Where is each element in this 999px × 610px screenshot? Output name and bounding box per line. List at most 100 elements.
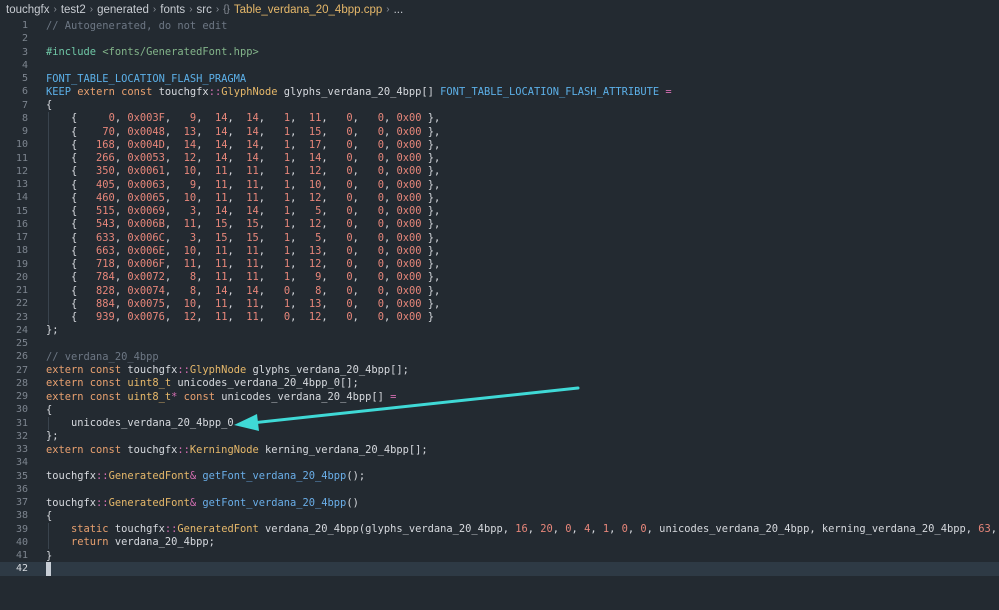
code-token: 168 xyxy=(96,138,115,151)
code-line[interactable]: 14 { 460, 0x0065, 10, 11, 11, 1, 12, 0, … xyxy=(0,191,999,204)
code-line[interactable]: 17 { 633, 0x006C, 3, 15, 15, 1, 5, 0, 0,… xyxy=(0,231,999,244)
code-line[interactable]: 10 { 168, 0x004D, 14, 14, 14, 1, 17, 0, … xyxy=(0,138,999,151)
code-token: touchgfx xyxy=(108,523,165,536)
code-token: const xyxy=(183,390,215,403)
code-line[interactable]: 6 KEEP extern const touchgfx::GlyphNode g… xyxy=(0,85,999,98)
code-token: , xyxy=(321,138,347,151)
code-token: 0x00 xyxy=(396,205,422,218)
code-editor[interactable]: 1 // Autogenerated, do not edit 2 3 #include… xyxy=(0,19,999,610)
code-text: } xyxy=(46,550,52,562)
code-line[interactable]: 12 { 350, 0x0061, 10, 11, 11, 1, 12, 0, … xyxy=(0,165,999,178)
code-line[interactable]: 32}; xyxy=(0,430,999,443)
code-token: , xyxy=(290,138,309,151)
code-token: 0x00 xyxy=(396,297,422,310)
code-token: 0x0076 xyxy=(127,311,165,324)
code-token: , xyxy=(114,205,128,218)
line-number: 31 xyxy=(15,417,28,429)
code-line[interactable]: 37 touchgfx::GeneratedFont& getFont_verda… xyxy=(0,496,999,509)
code-line[interactable]: 19 { 718, 0x006F, 11, 11, 11, 1, 12, 0, … xyxy=(0,258,999,271)
code-token: , xyxy=(383,205,397,218)
code-line[interactable]: 7{ xyxy=(0,99,999,112)
breadcrumb-item[interactable]: touchgfx xyxy=(6,4,49,16)
code-token: }, xyxy=(421,284,441,297)
code-line[interactable]: 5 FONT_TABLE_LOCATION_FLASH_PRAGMA xyxy=(0,72,999,85)
code-token: , xyxy=(290,271,316,284)
code-token: 10 xyxy=(183,244,197,257)
code-token: , xyxy=(114,178,128,191)
code-token: , xyxy=(227,178,247,191)
code-line[interactable]: 11 { 266, 0x0053, 12, 14, 14, 1, 14, 0, … xyxy=(0,152,999,165)
code-token: = xyxy=(390,390,397,403)
code-token: , xyxy=(321,191,347,204)
code-line[interactable]: 4 xyxy=(0,59,999,72)
code-token: touchgfx xyxy=(46,470,97,483)
code-token: 11 xyxy=(183,258,197,271)
code-token: , xyxy=(258,258,284,271)
code-line[interactable]: 20 { 784, 0x0072, 8, 11, 11, 1, 9, 0, 0,… xyxy=(0,271,999,284)
code-token: 460 xyxy=(96,191,115,204)
breadcrumb-item[interactable]: generated xyxy=(97,4,149,16)
code-token: 11 xyxy=(246,311,259,324)
code-line[interactable]: 3 #include <fonts/GeneratedFont.hpp> xyxy=(0,46,999,59)
code-token: , xyxy=(164,178,190,191)
code-token: 11 xyxy=(246,271,259,284)
breadcrumb-item[interactable]: fonts xyxy=(160,4,185,16)
code-token: 10 xyxy=(183,165,197,178)
chevron-right-icon: › xyxy=(386,4,390,15)
code-token: , xyxy=(114,231,128,244)
code-line[interactable]: 25 xyxy=(0,337,999,350)
code-line[interactable]: 2 xyxy=(0,32,999,45)
code-token: 0x0069 xyxy=(127,205,165,218)
code-line[interactable]: 13 { 405, 0x0063, 9, 11, 11, 1, 10, 0, 0… xyxy=(0,178,999,191)
code-token: , xyxy=(258,311,284,324)
code-token: 15 xyxy=(246,218,259,231)
code-line[interactable]: 23 { 939, 0x0076, 12, 11, 11, 0, 12, 0, … xyxy=(0,311,999,324)
code-line[interactable]: 39 static touchgfx::GeneratedFont verdan… xyxy=(0,523,999,536)
code-token: , xyxy=(352,125,378,138)
code-token: , xyxy=(164,311,184,324)
code-line[interactable]: 27 extern const touchgfx::GlyphNode glyph… xyxy=(0,364,999,377)
code-line[interactable]: 31 unicodes_verdana_20_4bpp_0 xyxy=(0,417,999,430)
code-line[interactable]: 30 { xyxy=(0,403,999,416)
code-line[interactable]: 40 return verdana_20_4bpp; xyxy=(0,536,999,549)
code-text: { 405, 0x0063, 9, 11, 11, 1, 10, 0, 0, 0… xyxy=(46,179,440,191)
code-line[interactable]: 21 { 828, 0x0074, 8, 14, 14, 0, 8, 0, 0,… xyxy=(0,284,999,297)
code-line[interactable]: 24}; xyxy=(0,324,999,337)
code-token: , xyxy=(227,271,247,284)
code-line[interactable]: 26 // verdana_20_4bpp xyxy=(0,350,999,363)
code-line[interactable]: 41} xyxy=(0,549,999,562)
code-token: #include xyxy=(46,46,103,59)
code-line[interactable]: 9 { 70, 0x0048, 13, 14, 14, 1, 15, 0, 0,… xyxy=(0,125,999,138)
breadcrumb-item[interactable]: src xyxy=(197,4,212,16)
breadcrumb-item[interactable]: ... xyxy=(394,4,404,16)
code-token: , xyxy=(352,205,378,218)
code-line[interactable]: 35 touchgfx::GeneratedFont& getFont_verda… xyxy=(0,470,999,483)
code-line[interactable]: 8 { 0, 0x003F, 9, 14, 14, 1, 11, 0, 0, 0… xyxy=(0,112,999,125)
code-line[interactable]: 1 // Autogenerated, do not edit xyxy=(0,19,999,32)
code-line[interactable]: 38 { xyxy=(0,509,999,522)
code-line[interactable]: 16 { 543, 0x006B, 11, 15, 15, 1, 12, 0, … xyxy=(0,218,999,231)
line-number: 34 xyxy=(15,457,28,469)
code-token: GeneratedFont xyxy=(108,470,190,483)
code-text: extern const uint8_t unicodes_verdana_20… xyxy=(46,377,359,389)
code-line[interactable]: 42 xyxy=(0,562,999,576)
code-line[interactable]: 36 xyxy=(0,483,999,496)
code-line[interactable]: 33 extern const touchgfx::KerningNode ker… xyxy=(0,443,999,456)
code-line[interactable]: 29 extern const uint8_t* const unicodes_v… xyxy=(0,390,999,403)
code-token: , xyxy=(114,218,128,231)
code-line[interactable]: 15 { 515, 0x0069, 3, 14, 14, 1, 5, 0, 0,… xyxy=(0,205,999,218)
code-token: , xyxy=(352,244,378,257)
code-token: , xyxy=(352,165,378,178)
breadcrumb-item[interactable]: Table_verdana_20_4bpp.cpp xyxy=(234,4,382,16)
code-token: 939 xyxy=(96,311,115,324)
code-token: , xyxy=(352,231,378,244)
code-line[interactable]: 18 { 663, 0x006E, 10, 11, 11, 1, 13, 0, … xyxy=(0,244,999,257)
code-token: , xyxy=(258,231,284,244)
line-number: 10 xyxy=(15,139,28,151)
code-token: , xyxy=(164,125,184,138)
code-line[interactable]: 34 xyxy=(0,456,999,469)
code-line[interactable]: 28 extern const uint8_t unicodes_verdana_… xyxy=(0,377,999,390)
breadcrumb-item[interactable]: test2 xyxy=(61,4,86,16)
code-line[interactable]: 22 { 884, 0x0075, 10, 11, 11, 1, 13, 0, … xyxy=(0,297,999,310)
code-token: 0x00 xyxy=(396,271,422,284)
